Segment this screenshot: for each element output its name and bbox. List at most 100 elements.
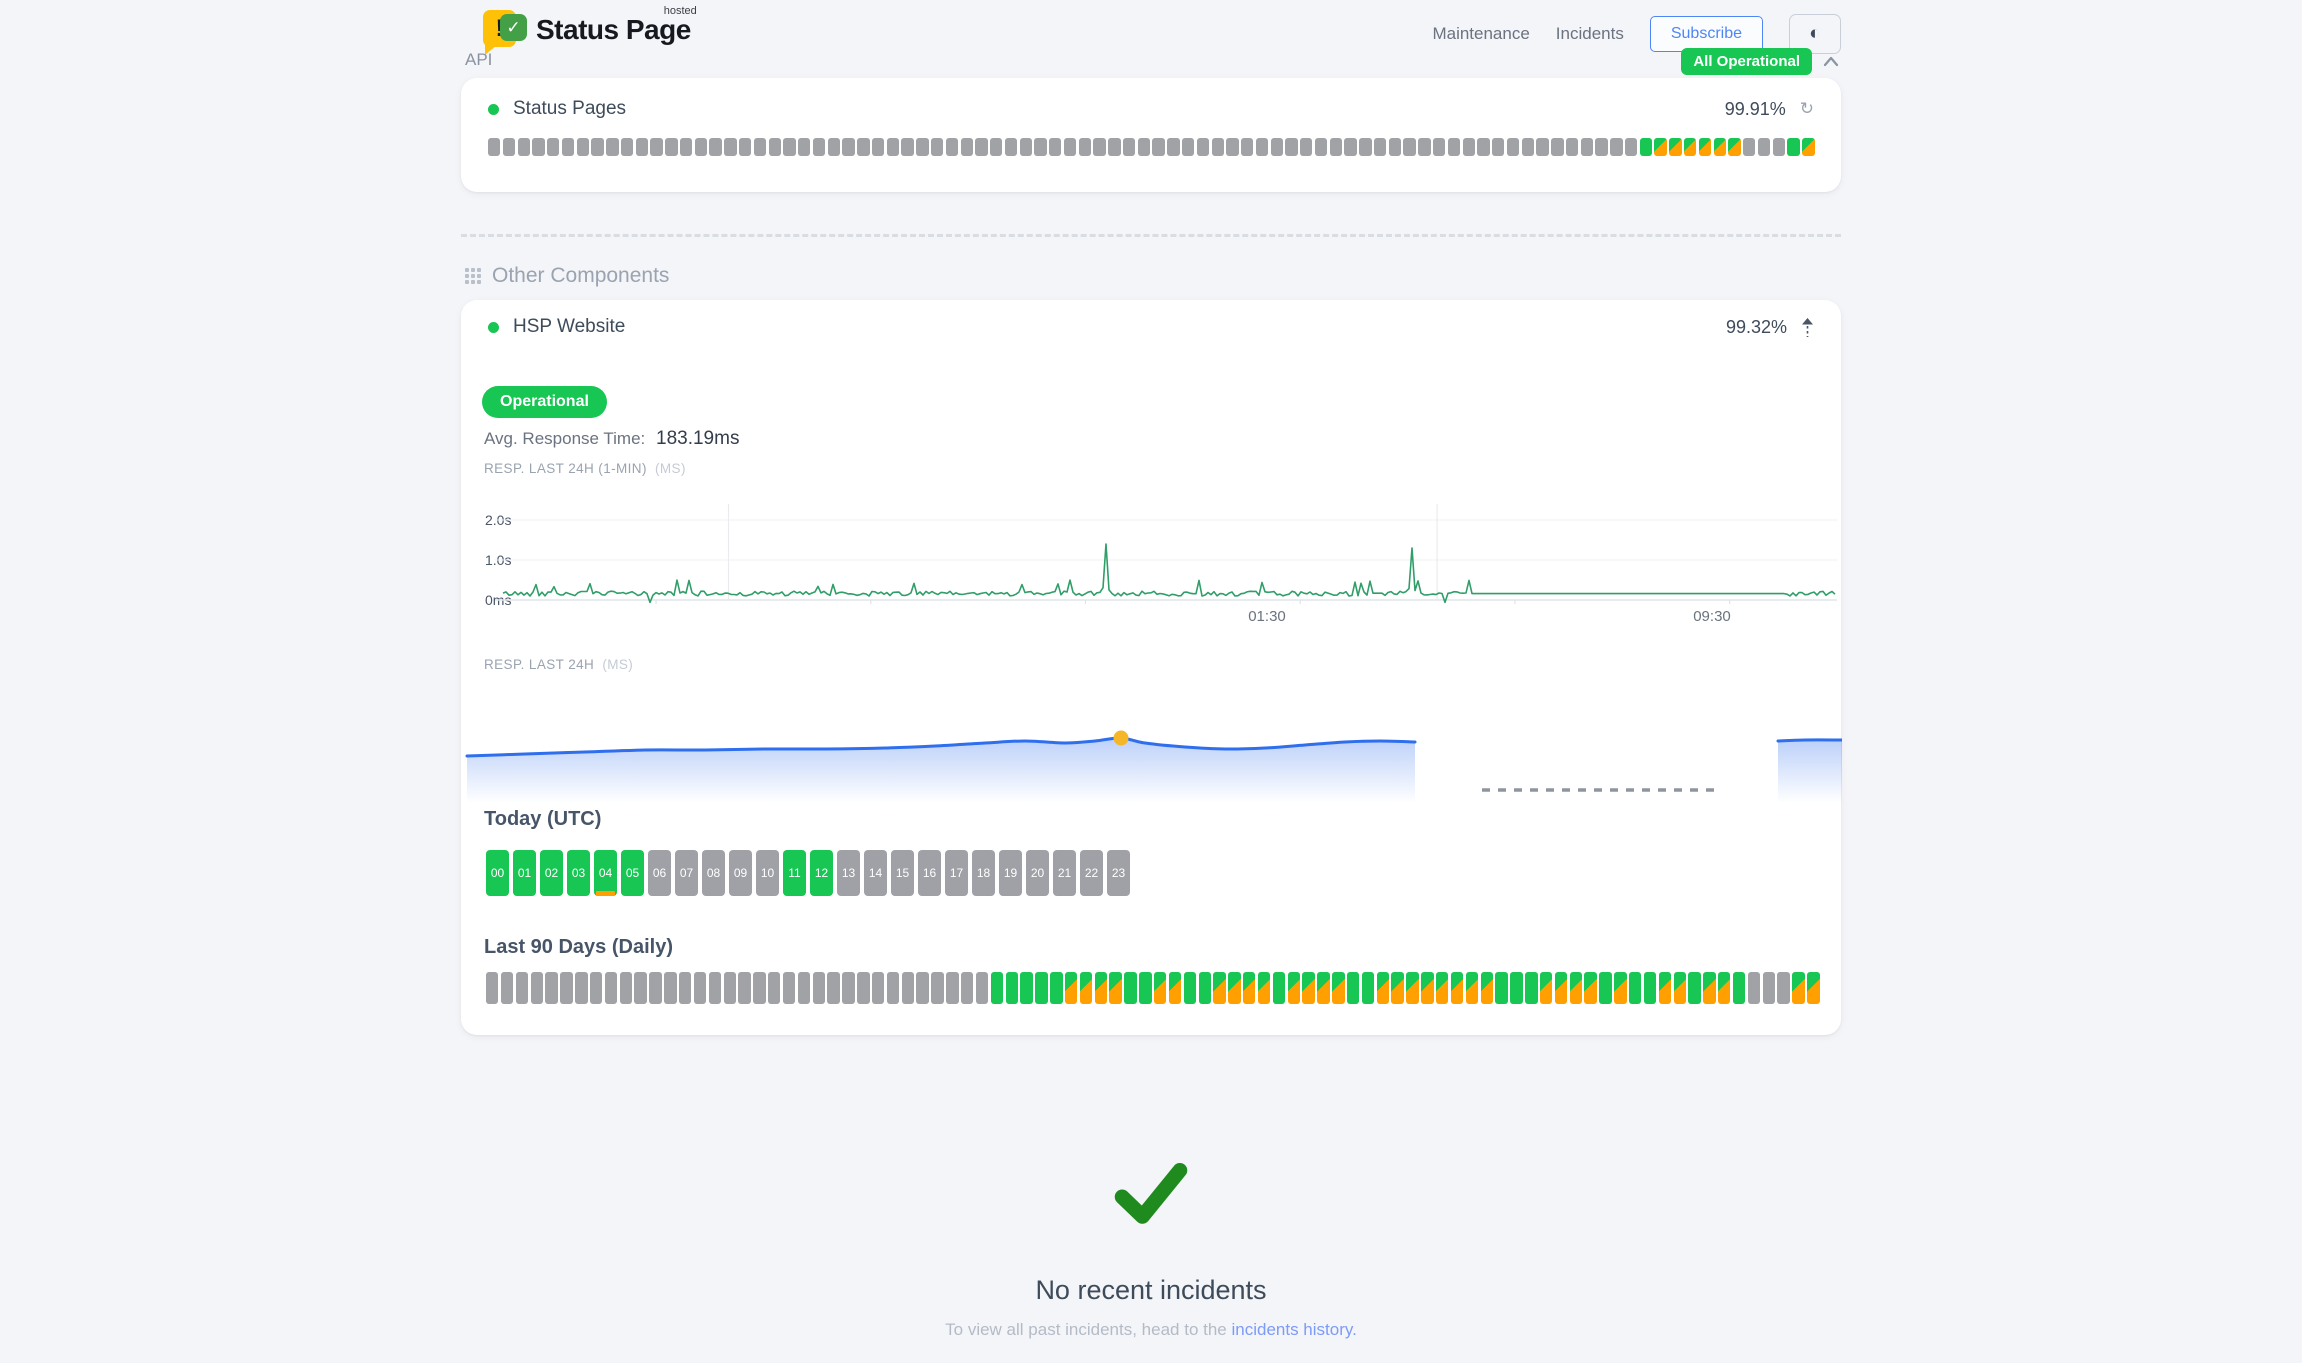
hour-block-01[interactable]: 01 — [513, 850, 536, 896]
uptime-bar-gray[interactable] — [1374, 138, 1386, 156]
uptime-bar-split[interactable] — [1614, 972, 1626, 1004]
uptime-bar-split[interactable] — [1377, 972, 1389, 1004]
uptime-bar-gray[interactable] — [827, 972, 839, 1004]
uptime-bar-gray[interactable] — [946, 138, 958, 156]
collapse-up-icon[interactable] — [1801, 318, 1814, 337]
uptime-bar-split[interactable] — [1332, 972, 1344, 1004]
hour-block-21[interactable]: 21 — [1053, 850, 1076, 896]
uptime-bar-gray[interactable] — [516, 972, 528, 1004]
uptime-bar-gray[interactable] — [1758, 138, 1770, 156]
uptime-bar-gray[interactable] — [577, 138, 589, 156]
uptime-bar-gray[interactable] — [1315, 138, 1327, 156]
uptime-bar-gray[interactable] — [1777, 972, 1789, 1004]
subscribe-button[interactable]: Subscribe — [1650, 16, 1763, 52]
nav-maintenance[interactable]: Maintenance — [1432, 24, 1529, 44]
uptime-bar-gray[interactable] — [562, 138, 574, 156]
uptime-bar-gray[interactable] — [1020, 138, 1032, 156]
uptime-bar-split[interactable] — [1659, 972, 1671, 1004]
uptime-bar-gray[interactable] — [1463, 138, 1475, 156]
uptime-bar-gray[interactable] — [1034, 138, 1046, 156]
uptime-bar-split[interactable] — [1584, 972, 1596, 1004]
uptime-bar-gray[interactable] — [1433, 138, 1445, 156]
uptime-bar-gray[interactable] — [961, 972, 973, 1004]
uptime-bar-split[interactable] — [1406, 972, 1418, 1004]
uptime-bar-green[interactable] — [1273, 972, 1285, 1004]
brand-logo[interactable]: ! ✓ Status Page hosted — [483, 6, 691, 58]
uptime-bar-gray[interactable] — [532, 138, 544, 156]
uptime-bar-gray[interactable] — [1182, 138, 1194, 156]
uptime-bar-gray[interactable] — [768, 972, 780, 1004]
uptime-bar-gray[interactable] — [798, 138, 810, 156]
hour-block-04[interactable]: 04 — [594, 850, 617, 896]
hour-block-23[interactable]: 23 — [1107, 850, 1130, 896]
uptime-bar-split[interactable] — [1451, 972, 1463, 1004]
hour-block-16[interactable]: 16 — [918, 850, 941, 896]
uptime-bar-gray[interactable] — [842, 972, 854, 1004]
uptime-bar-gray[interactable] — [1773, 138, 1785, 156]
uptime-bar-gray[interactable] — [1389, 138, 1401, 156]
hour-block-03[interactable]: 03 — [567, 850, 590, 896]
uptime-bar-gray[interactable] — [531, 972, 543, 1004]
uptime-bar-gray[interactable] — [887, 138, 899, 156]
uptime-bar-gray[interactable] — [545, 972, 557, 1004]
uptime-bar-split[interactable] — [1718, 972, 1730, 1004]
uptime-bar-gray[interactable] — [1285, 138, 1297, 156]
uptime-bar-split[interactable] — [1540, 972, 1552, 1004]
uptime-bar-gray[interactable] — [783, 138, 795, 156]
uptime-bar-gray[interactable] — [1212, 138, 1224, 156]
uptime-bar-gray[interactable] — [975, 138, 987, 156]
uptime-bar-split[interactable] — [1421, 972, 1433, 1004]
uptime-bar-green[interactable] — [1510, 972, 1522, 1004]
uptime-bar-gray[interactable] — [813, 138, 825, 156]
uptime-bar-gray[interactable] — [606, 138, 618, 156]
uptime-bar-gray[interactable] — [694, 972, 706, 1004]
uptime-bar-split[interactable] — [1699, 138, 1711, 156]
hour-block-22[interactable]: 22 — [1080, 850, 1103, 896]
uptime-bar-gray[interactable] — [620, 972, 632, 1004]
uptime-bar-gray[interactable] — [738, 972, 750, 1004]
uptime-bar-gray[interactable] — [872, 138, 884, 156]
uptime-bar-split[interactable] — [1213, 972, 1225, 1004]
hour-block-12[interactable]: 12 — [810, 850, 833, 896]
uptime-bar-gray[interactable] — [769, 138, 781, 156]
refresh-icon[interactable]: ↻ — [1800, 99, 1814, 119]
uptime-bar-green[interactable] — [1688, 972, 1700, 1004]
uptime-bar-gray[interactable] — [1226, 138, 1238, 156]
uptime-bar-gray[interactable] — [680, 138, 692, 156]
uptime-bar-green[interactable] — [1495, 972, 1507, 1004]
uptime-bar-gray[interactable] — [679, 972, 691, 1004]
uptime-bar-split[interactable] — [1481, 972, 1493, 1004]
uptime-bar-gray[interactable] — [634, 972, 646, 1004]
hour-block-11[interactable]: 11 — [783, 850, 806, 896]
uptime-bar-gray[interactable] — [1079, 138, 1091, 156]
uptime-bar-gray[interactable] — [560, 972, 572, 1004]
uptime-bar-green[interactable] — [1599, 972, 1611, 1004]
uptime-bar-gray[interactable] — [916, 138, 928, 156]
uptime-bar-gray[interactable] — [931, 138, 943, 156]
hour-block-18[interactable]: 18 — [972, 850, 995, 896]
uptime-bar-gray[interactable] — [931, 972, 943, 1004]
uptime-bar-gray[interactable] — [857, 138, 869, 156]
uptime-bar-gray[interactable] — [1748, 972, 1760, 1004]
uptime-bar-gray[interactable] — [649, 972, 661, 1004]
uptime-bar-gray[interactable] — [1093, 138, 1105, 156]
uptime-bar-gray[interactable] — [887, 972, 899, 1004]
uptime-bar-gray[interactable] — [990, 138, 1002, 156]
uptime-bar-gray[interactable] — [754, 138, 766, 156]
uptime-bar-gray[interactable] — [1241, 138, 1253, 156]
uptime-bar-green[interactable] — [1139, 972, 1151, 1004]
uptime-bar-gray[interactable] — [1138, 138, 1150, 156]
hour-block-06[interactable]: 06 — [648, 850, 671, 896]
hour-block-05[interactable]: 05 — [621, 850, 644, 896]
uptime-bar-gray[interactable] — [1551, 138, 1563, 156]
uptime-bar-split[interactable] — [1703, 972, 1715, 1004]
uptime-bar-split[interactable] — [1228, 972, 1240, 1004]
uptime-bar-gray[interactable] — [665, 138, 677, 156]
uptime-bar-gray[interactable] — [695, 138, 707, 156]
uptime-bar-split[interactable] — [1109, 972, 1121, 1004]
uptime-bar-gray[interactable] — [1064, 138, 1076, 156]
response-time-area-chart[interactable] — [465, 695, 1842, 805]
uptime-bar-split[interactable] — [1714, 138, 1726, 156]
hour-block-07[interactable]: 07 — [675, 850, 698, 896]
uptime-bar-gray[interactable] — [605, 972, 617, 1004]
